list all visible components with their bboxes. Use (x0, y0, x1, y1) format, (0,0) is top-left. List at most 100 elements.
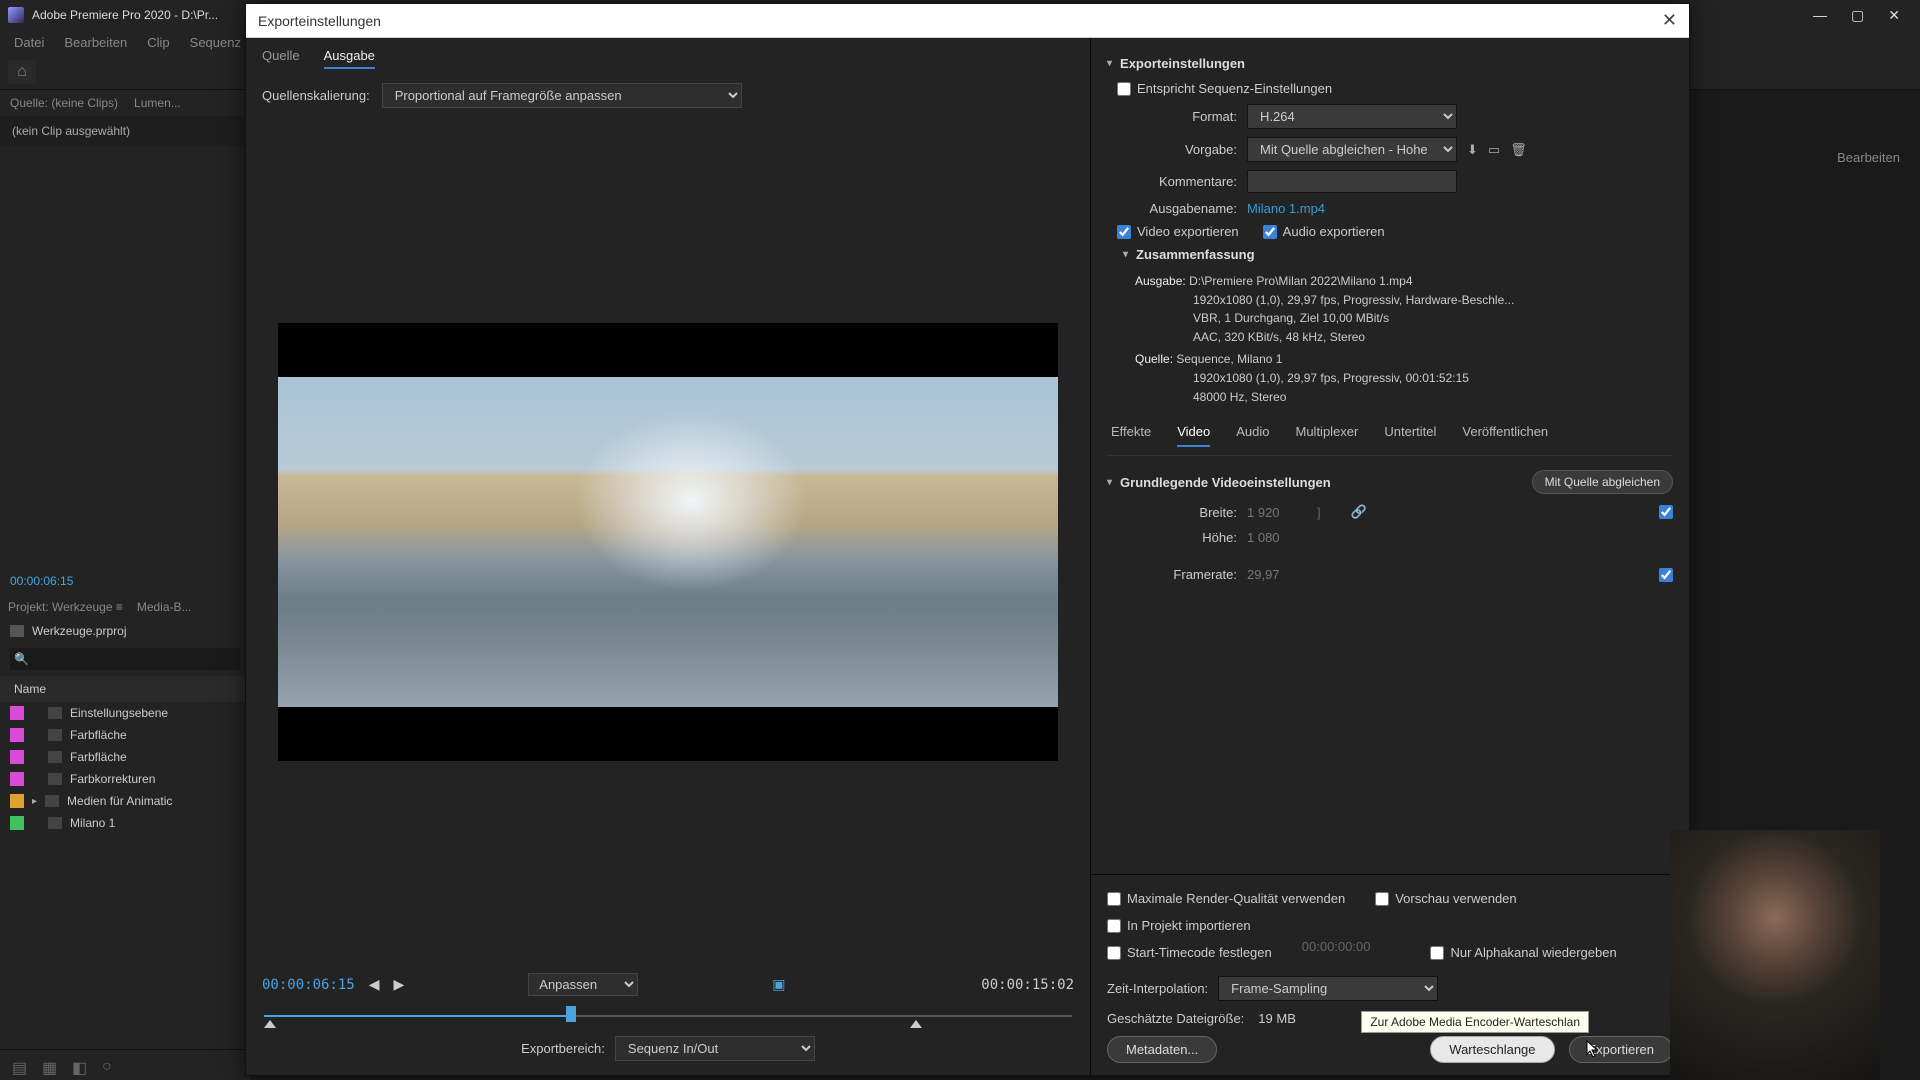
close-icon[interactable]: ✕ (1662, 10, 1677, 31)
width-match-checkbox[interactable] (1659, 505, 1673, 519)
width-value[interactable]: 1 920 (1247, 505, 1307, 520)
chevron-down-icon[interactable]: ▾ (1123, 249, 1128, 260)
out-point-icon[interactable] (910, 1020, 922, 1028)
framerate-value[interactable]: 29,97 (1247, 567, 1307, 582)
in-point-icon[interactable] (264, 1020, 276, 1028)
format-select[interactable]: H.264 (1247, 104, 1457, 129)
project-file: Werkzeuge.prproj (32, 624, 127, 638)
source-scaling-select[interactable]: Proportional auf Framegröße anpassen (382, 83, 742, 108)
menu-clip[interactable]: Clip (137, 35, 179, 50)
color-swatch (10, 706, 24, 720)
summary-output-l3: VBR, 1 Durchgang, Ziel 10,00 MBit/s (1193, 309, 1673, 328)
minimize-icon[interactable]: — (1813, 7, 1827, 24)
summary-header: Zusammenfassung (1136, 247, 1254, 262)
tab-effekte[interactable]: Effekte (1111, 424, 1151, 447)
format-label: Format: (1107, 109, 1237, 124)
framerate-match-checkbox[interactable] (1659, 568, 1673, 582)
export-video-checkbox[interactable] (1117, 225, 1131, 239)
link-dimensions-icon[interactable]: 🔗 (1351, 504, 1367, 520)
import-preset-icon[interactable]: ▭ (1488, 142, 1500, 158)
import-project-checkbox[interactable] (1107, 919, 1121, 933)
metadata-button[interactable]: Metadaten... (1107, 1036, 1217, 1063)
menu-datei[interactable]: Datei (4, 35, 54, 50)
start-timecode-label: Start-Timecode festlegen (1127, 945, 1272, 960)
maximize-icon[interactable]: ▢ (1851, 7, 1864, 24)
asset-row[interactable]: Einstellungsebene (0, 702, 250, 724)
close-window-icon[interactable]: ✕ (1888, 7, 1900, 24)
time-interpolation-select[interactable]: Frame-Sampling (1218, 976, 1438, 1001)
max-render-quality-checkbox[interactable] (1107, 892, 1121, 906)
tab-ausgabe[interactable]: Ausgabe (324, 48, 375, 69)
project-search-input[interactable] (10, 648, 240, 670)
tab-video[interactable]: Video (1177, 424, 1210, 447)
estimated-size-value: 19 MB (1258, 1011, 1296, 1026)
tab-multiplexer[interactable]: Multiplexer (1296, 424, 1359, 447)
match-sequence-checkbox[interactable] (1117, 82, 1131, 96)
project-icon (10, 625, 24, 637)
tab-veroeffentlichen[interactable]: Veröffentlichen (1462, 424, 1548, 447)
import-project-label: In Projekt importieren (1127, 918, 1251, 933)
bg-timecode: 00:00:06:15 (0, 566, 250, 596)
time-interpolation-label: Zeit-Interpolation: (1107, 981, 1208, 996)
match-source-button[interactable]: Mit Quelle abgleichen (1532, 470, 1673, 494)
menu-sequenz[interactable]: Sequenz (180, 35, 251, 50)
queue-button[interactable]: Warteschlange (1430, 1036, 1554, 1063)
output-name-link[interactable]: Milano 1.mp4 (1247, 201, 1325, 216)
preset-select[interactable]: Mit Quelle abgleichen - Hohe B... (1247, 137, 1457, 162)
tab-untertitel[interactable]: Untertitel (1384, 424, 1436, 447)
playhead-icon[interactable] (566, 1006, 576, 1022)
match-sequence-label: Entspricht Sequenz-Einstellungen (1137, 81, 1332, 96)
chevron-down-icon[interactable]: ▾ (1107, 477, 1112, 488)
export-range-select[interactable]: Sequenz In/Out (615, 1036, 815, 1061)
asset-label: Farbfläche (70, 750, 127, 764)
tab-audio[interactable]: Audio (1236, 424, 1269, 447)
chevron-down-icon[interactable]: ▾ (1107, 58, 1112, 69)
lumetri-tab[interactable]: Lumen... (134, 96, 181, 110)
export-audio-checkbox[interactable] (1263, 225, 1277, 239)
tab-quelle[interactable]: Quelle (262, 48, 300, 69)
width-label: Breite: (1107, 505, 1237, 520)
asset-label: Medien für Animatic (67, 794, 172, 808)
export-settings-dialog: Exporteinstellungen ✕ Quelle Ausgabe Que… (245, 3, 1690, 1076)
project-tab[interactable]: Projekt: Werkzeuge ≡ (8, 600, 123, 614)
save-preset-icon[interactable]: ⬇ (1467, 142, 1478, 158)
bin-list-icon[interactable]: ▤ (12, 1058, 26, 1072)
asset-type-icon (48, 751, 62, 763)
timeline-slider[interactable] (264, 1006, 1072, 1026)
zoom-slider-icon[interactable]: ○ (102, 1058, 116, 1072)
bin-icon-view-icon[interactable]: ▦ (42, 1058, 56, 1072)
asset-type-icon (48, 707, 62, 719)
start-timecode-checkbox[interactable] (1107, 946, 1121, 960)
alpha-only-checkbox[interactable] (1430, 946, 1444, 960)
menu-bearbeiten[interactable]: Bearbeiten (54, 35, 137, 50)
max-render-quality-label: Maximale Render-Qualität verwenden (1127, 891, 1345, 906)
current-timecode[interactable]: 00:00:06:15 (262, 977, 355, 993)
column-name[interactable]: Name (0, 676, 250, 702)
asset-row[interactable]: Farbkorrekturen (0, 768, 250, 790)
aspect-icon[interactable]: ▣ (772, 976, 785, 993)
comments-input[interactable] (1247, 170, 1457, 193)
step-back-icon[interactable]: ◀ (369, 976, 380, 993)
asset-type-icon (48, 773, 62, 785)
step-fwd-icon[interactable]: ▶ (394, 976, 405, 993)
use-preview-checkbox[interactable] (1375, 892, 1389, 906)
media-browser-tab[interactable]: Media-B... (137, 600, 192, 614)
asset-row[interactable]: Farbfläche (0, 724, 250, 746)
height-label: Höhe: (1107, 530, 1237, 545)
expand-icon[interactable]: ▸ (32, 796, 37, 807)
height-value[interactable]: 1 080 (1247, 530, 1307, 545)
home-icon[interactable]: ⌂ (8, 60, 36, 84)
bg-right-tab[interactable]: Bearbeiten (1837, 150, 1900, 165)
asset-row[interactable]: Milano 1 (0, 812, 250, 834)
fit-select[interactable]: Anpassen (528, 973, 638, 996)
asset-type-icon (48, 817, 62, 829)
output-name-label: Ausgabename: (1107, 201, 1237, 216)
asset-row[interactable]: Farbfläche (0, 746, 250, 768)
asset-row[interactable]: ▸ Medien für Animatic (0, 790, 250, 812)
source-tab[interactable]: Quelle: (keine Clips) (10, 96, 118, 110)
dialog-title: Exporteinstellungen (258, 13, 381, 29)
asset-label: Einstellungsebene (70, 706, 168, 720)
bin-freeform-icon[interactable]: ◧ (72, 1058, 86, 1072)
delete-preset-icon[interactable]: 🗑 (1510, 142, 1527, 158)
export-button[interactable]: Exportieren (1569, 1036, 1673, 1063)
